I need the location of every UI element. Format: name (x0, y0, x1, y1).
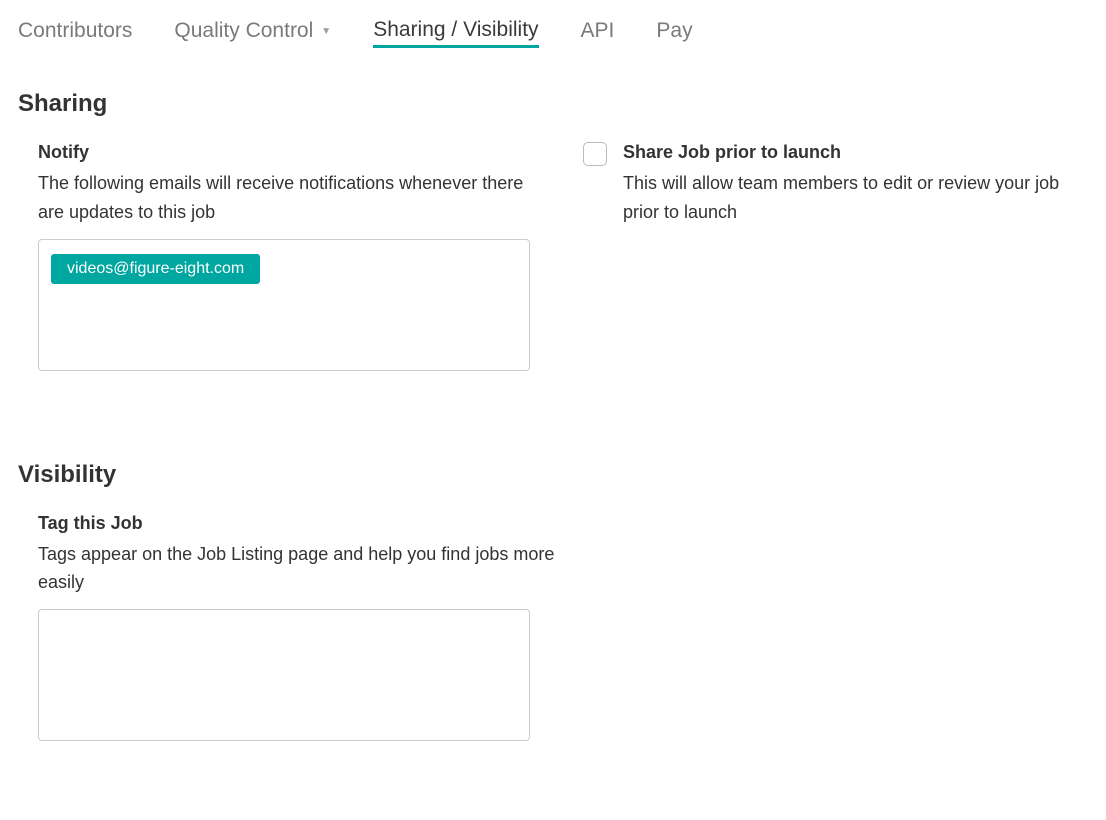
notify-description: The following emails will receive notifi… (38, 169, 543, 227)
section-sharing-title: Sharing (18, 90, 1088, 118)
chevron-down-icon: ▼ (321, 27, 331, 37)
notify-block: Notify The following emails will receive… (38, 142, 543, 371)
tab-sharing-visibility[interactable]: Sharing / Visibility (373, 18, 538, 48)
section-visibility-title: Visibility (18, 461, 1088, 489)
notify-title: Notify (38, 142, 543, 163)
email-chip[interactable]: videos@figure-eight.com (51, 254, 260, 284)
tag-job-title: Tag this Job (38, 513, 558, 534)
share-prior-description: This will allow team members to edit or … (623, 169, 1088, 227)
notify-emails-input[interactable]: videos@figure-eight.com (38, 239, 530, 371)
share-prior-block: Share Job prior to launch This will allo… (583, 142, 1088, 371)
tab-bar: Contributors Quality Control ▼ Sharing /… (18, 18, 1088, 48)
tab-quality-control[interactable]: Quality Control ▼ (174, 19, 331, 47)
sharing-columns: Notify The following emails will receive… (18, 142, 1088, 371)
tab-pay[interactable]: Pay (656, 19, 692, 47)
share-prior-title: Share Job prior to launch (623, 142, 841, 163)
tab-quality-control-label: Quality Control (174, 19, 313, 43)
tag-job-input[interactable] (38, 609, 530, 741)
visibility-columns: Tag this Job Tags appear on the Job List… (18, 513, 1088, 742)
tag-job-description: Tags appear on the Job Listing page and … (38, 540, 558, 598)
tag-job-block: Tag this Job Tags appear on the Job List… (38, 513, 558, 742)
tab-api[interactable]: API (581, 19, 615, 47)
tab-contributors[interactable]: Contributors (18, 19, 132, 47)
share-prior-checkbox[interactable] (583, 142, 607, 166)
